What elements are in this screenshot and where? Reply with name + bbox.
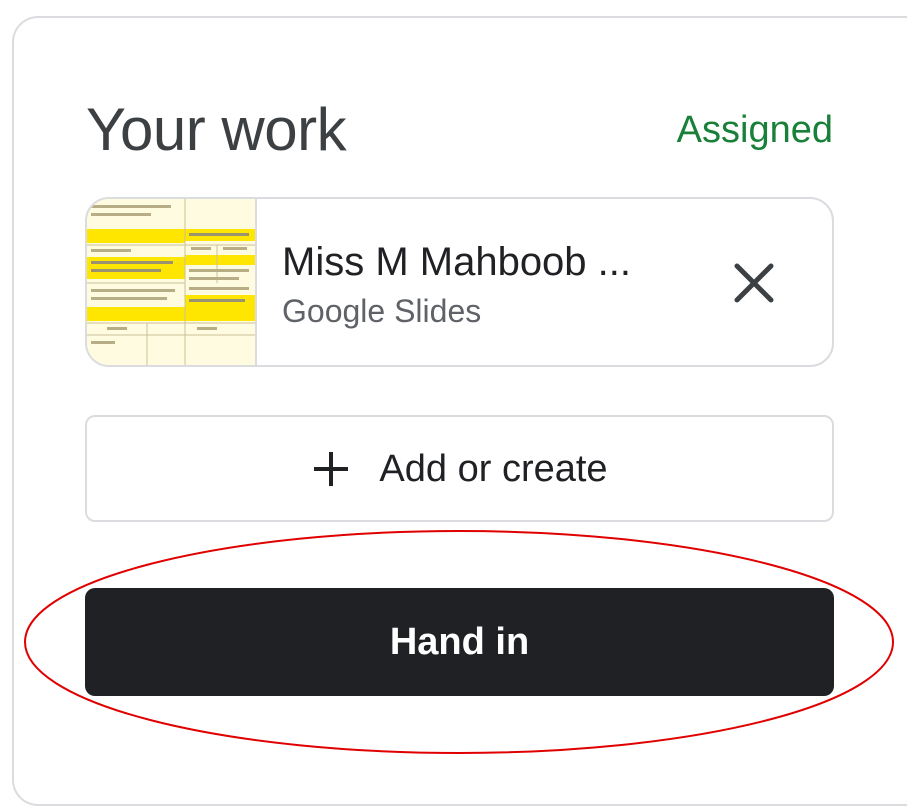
hand-in-button[interactable]: Hand in [85, 588, 834, 696]
attachment-item[interactable]: Miss M Mahboob ... Google Slides [85, 197, 834, 367]
hand-in-label: Hand in [389, 621, 530, 663]
plus-icon [311, 449, 351, 489]
your-work-title: Your work [86, 96, 347, 163]
close-icon [734, 263, 774, 303]
slides-thumbnail-image [87, 199, 255, 365]
add-or-create-label: Add or create [379, 447, 608, 490]
remove-attachment-button[interactable] [724, 253, 784, 313]
attachment-title[interactable]: Miss M Mahboob ... [282, 237, 631, 287]
attachment-type: Google Slides [282, 293, 482, 329]
status-label: Assigned [676, 109, 833, 151]
add-or-create-button[interactable]: Add or create [85, 415, 834, 522]
slides-thumbnail [87, 199, 257, 365]
